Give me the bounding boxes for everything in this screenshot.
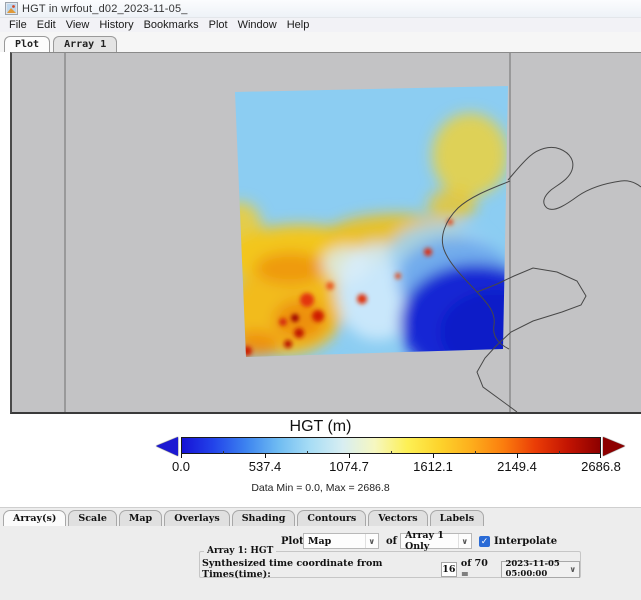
plot-type-row: Plot Map ∨ of Array 1 Only ∨ Interpolate (0, 532, 641, 552)
colorbar-tick-label: 1612.1 (393, 459, 473, 474)
time-index-input[interactable]: 16 (441, 562, 457, 577)
colorbar-tick-label: 2149.4 (477, 459, 557, 474)
interpolate-label: Interpolate (494, 536, 557, 547)
menu-history[interactable]: History (94, 19, 138, 31)
colorbar-minor-tick (559, 451, 560, 454)
colorbar-tick (265, 454, 266, 458)
plot-type-value: Map (308, 536, 331, 547)
array-select-value: Array 1 Only (405, 530, 458, 552)
plot-canvas-margin (0, 52, 641, 414)
map-plot-canvas[interactable] (10, 52, 641, 414)
menu-file[interactable]: File (4, 19, 32, 31)
time-total-label: of 70 = (461, 558, 497, 580)
panel-tab-overlays[interactable]: Overlays (164, 510, 229, 526)
control-panel: Array(s) Scale Map Overlays Shading Cont… (0, 507, 641, 600)
menu-view[interactable]: View (61, 19, 95, 31)
chevron-down-icon: ∨ (570, 564, 580, 574)
colorbar-minor-tick (223, 451, 224, 454)
colorbar-minor-tick (475, 451, 476, 454)
colorbar-tick (349, 454, 350, 458)
colorbar-tick-label: 1074.7 (309, 459, 389, 474)
colorbar-tick-label: 0.0 (141, 459, 221, 474)
time-coordinate-row: Synthesized time coordinate from Times(t… (202, 560, 580, 578)
coastline-upper-right (508, 147, 641, 209)
panel-tab-vectors[interactable]: Vectors (368, 510, 427, 526)
interpolate-checkbox[interactable] (479, 536, 490, 547)
colorbar-tick (600, 454, 601, 458)
colorbar-tick (433, 454, 434, 458)
array-select[interactable]: Array 1 Only ∨ (400, 533, 472, 549)
colorbar-overflow-arrow-icon (603, 437, 625, 456)
of-label: of (386, 536, 397, 547)
menu-plot[interactable]: Plot (204, 19, 233, 31)
menu-window[interactable]: Window (233, 19, 282, 31)
legend-zone: HGT (m) 0.0 537.4 1074.7 1612.1 2149.4 2… (0, 414, 641, 507)
colorbar-tick-label: 2686.8 (561, 459, 641, 474)
panel-tab-contours[interactable]: Contours (297, 510, 366, 526)
panel-tab-bar: Array(s) Scale Map Overlays Shading Cont… (0, 508, 641, 526)
panel-tab-arrays[interactable]: Array(s) (3, 510, 66, 526)
menu-bookmarks[interactable]: Bookmarks (139, 19, 204, 31)
time-coordinate-label: Synthesized time coordinate from Times(t… (202, 558, 437, 580)
panel-tab-shading[interactable]: Shading (232, 510, 296, 526)
window-title: HGT in wrfout_d02_2023-11-05_ (22, 3, 188, 15)
top-tab-bar: Plot Array 1 (0, 32, 641, 52)
colorbar-title: HGT (m) (0, 418, 641, 436)
menu-help[interactable]: Help (282, 19, 315, 31)
tab-array-1[interactable]: Array 1 (53, 36, 117, 52)
panel-tab-labels[interactable]: Labels (430, 510, 484, 526)
colorbar-tick-label: 537.4 (225, 459, 305, 474)
colorbar-tick (181, 454, 182, 458)
map-plot-svg (12, 53, 641, 412)
time-value: 2023-11-05 05:00:00 (505, 559, 569, 579)
chevron-down-icon: ∨ (458, 534, 472, 548)
app-icon (5, 2, 18, 15)
chevron-down-icon: ∨ (365, 534, 379, 548)
hgt-heatmap (218, 80, 550, 380)
menu-edit[interactable]: Edit (32, 19, 61, 31)
window-titlebar: HGT in wrfout_d02_2023-11-05_ (0, 0, 641, 18)
data-min-max-note: Data Min = 0.0, Max = 2686.8 (0, 482, 641, 494)
tab-plot[interactable]: Plot (4, 36, 50, 52)
panel-tab-scale[interactable]: Scale (68, 510, 116, 526)
menu-bar: File Edit View History Bookmarks Plot Wi… (0, 18, 641, 32)
colorbar-tick (517, 454, 518, 458)
colorbar-minor-tick (391, 451, 392, 454)
array-1-group-title: Array 1: HGT (204, 546, 276, 556)
array-1-group: Array 1: HGT Synthesized time coordinate… (199, 551, 581, 578)
panel-tab-map[interactable]: Map (119, 510, 162, 526)
time-value-select[interactable]: 2023-11-05 05:00:00 ∨ (501, 561, 580, 578)
colorbar-minor-tick (307, 451, 308, 454)
colorbar-underflow-arrow-icon (156, 437, 178, 456)
plot-label: Plot (281, 536, 304, 547)
plot-type-select[interactable]: Map ∨ (303, 533, 379, 549)
